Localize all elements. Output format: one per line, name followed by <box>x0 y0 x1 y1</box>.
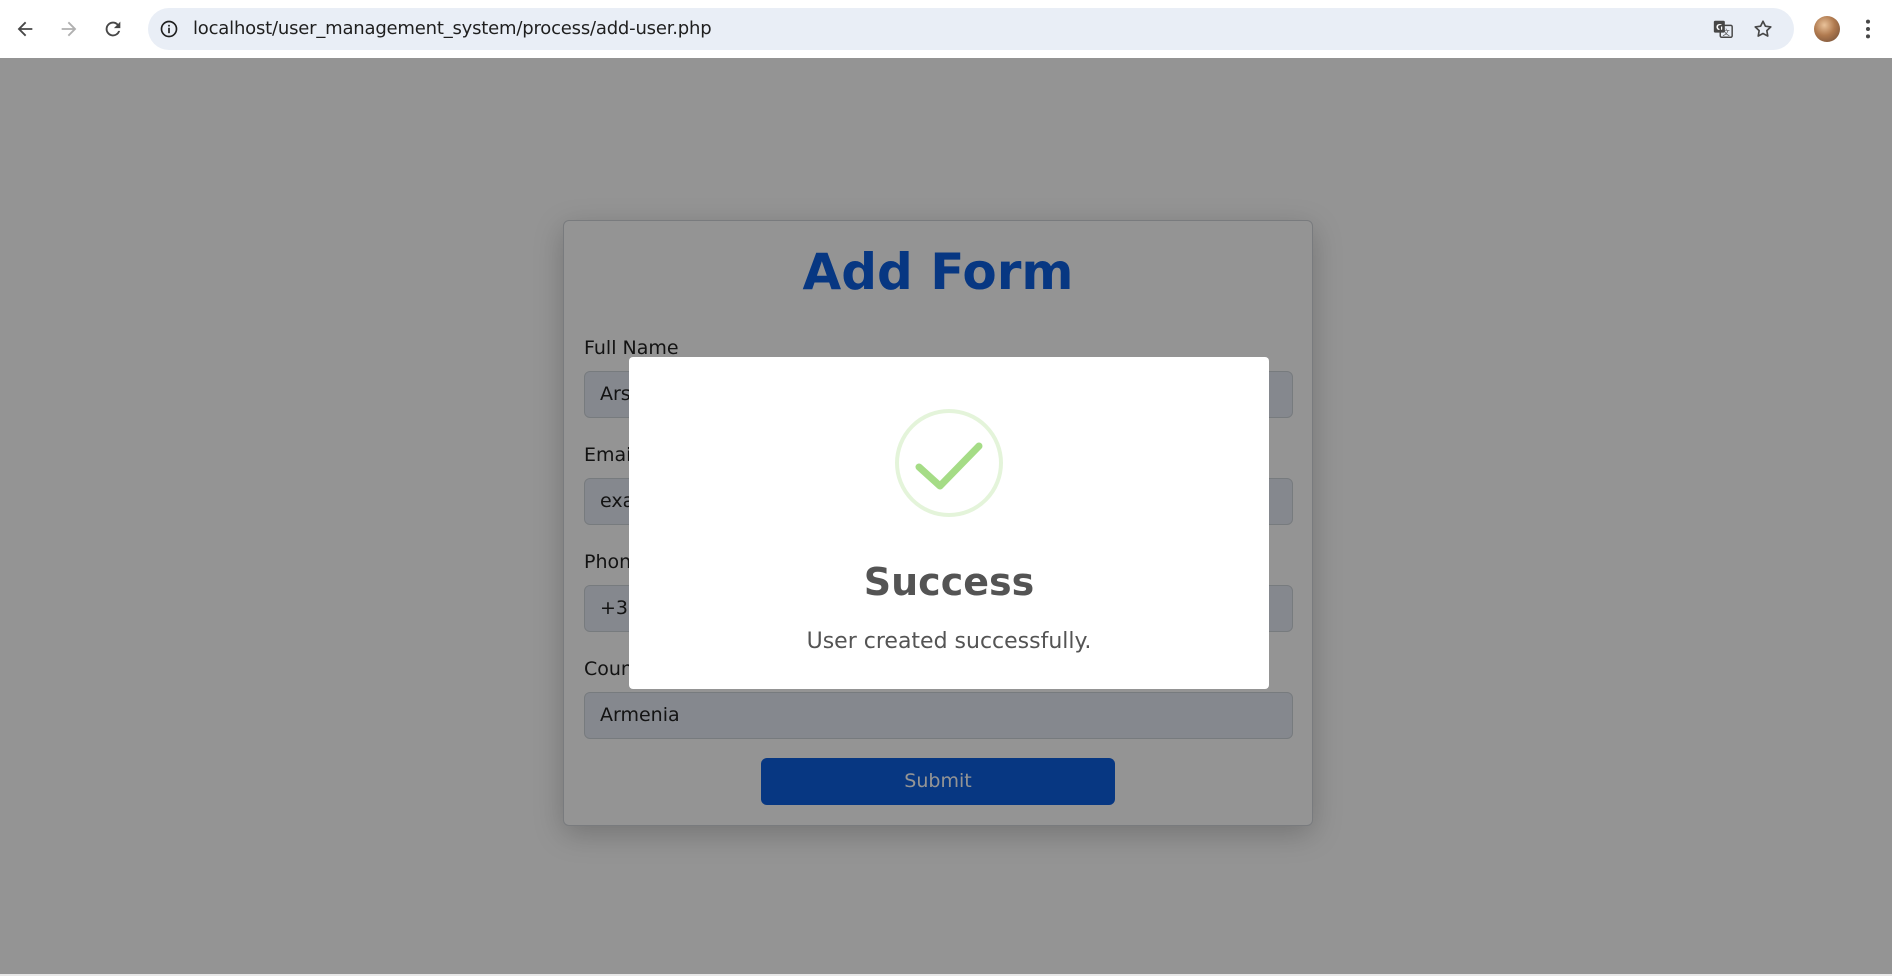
reload-button[interactable] <box>96 12 130 46</box>
back-button[interactable] <box>8 12 42 46</box>
success-modal: Success User created successfully. <box>629 357 1269 689</box>
reload-icon <box>105 21 121 37</box>
modal-message: User created successfully. <box>806 629 1092 654</box>
svg-text:文: 文 <box>1723 28 1731 37</box>
profile-avatar[interactable] <box>1814 16 1840 42</box>
url-text[interactable]: localhost/user_management_system/process… <box>193 8 712 50</box>
address-bar[interactable]: localhost/user_management_system/process… <box>148 8 1794 50</box>
browser-toolbar: localhost/user_management_system/process… <box>0 0 1892 58</box>
modal-title: Success <box>863 560 1035 604</box>
bookmark-star-icon[interactable] <box>1751 17 1775 41</box>
arrow-left-icon <box>17 21 33 37</box>
site-info-icon[interactable] <box>157 17 181 41</box>
check-circle-icon <box>895 409 1003 517</box>
browser-menu-icon[interactable] <box>1860 13 1876 45</box>
translate-icon[interactable]: G文 <box>1711 17 1735 41</box>
arrow-right-icon <box>61 21 77 37</box>
forward-button[interactable] <box>52 12 86 46</box>
